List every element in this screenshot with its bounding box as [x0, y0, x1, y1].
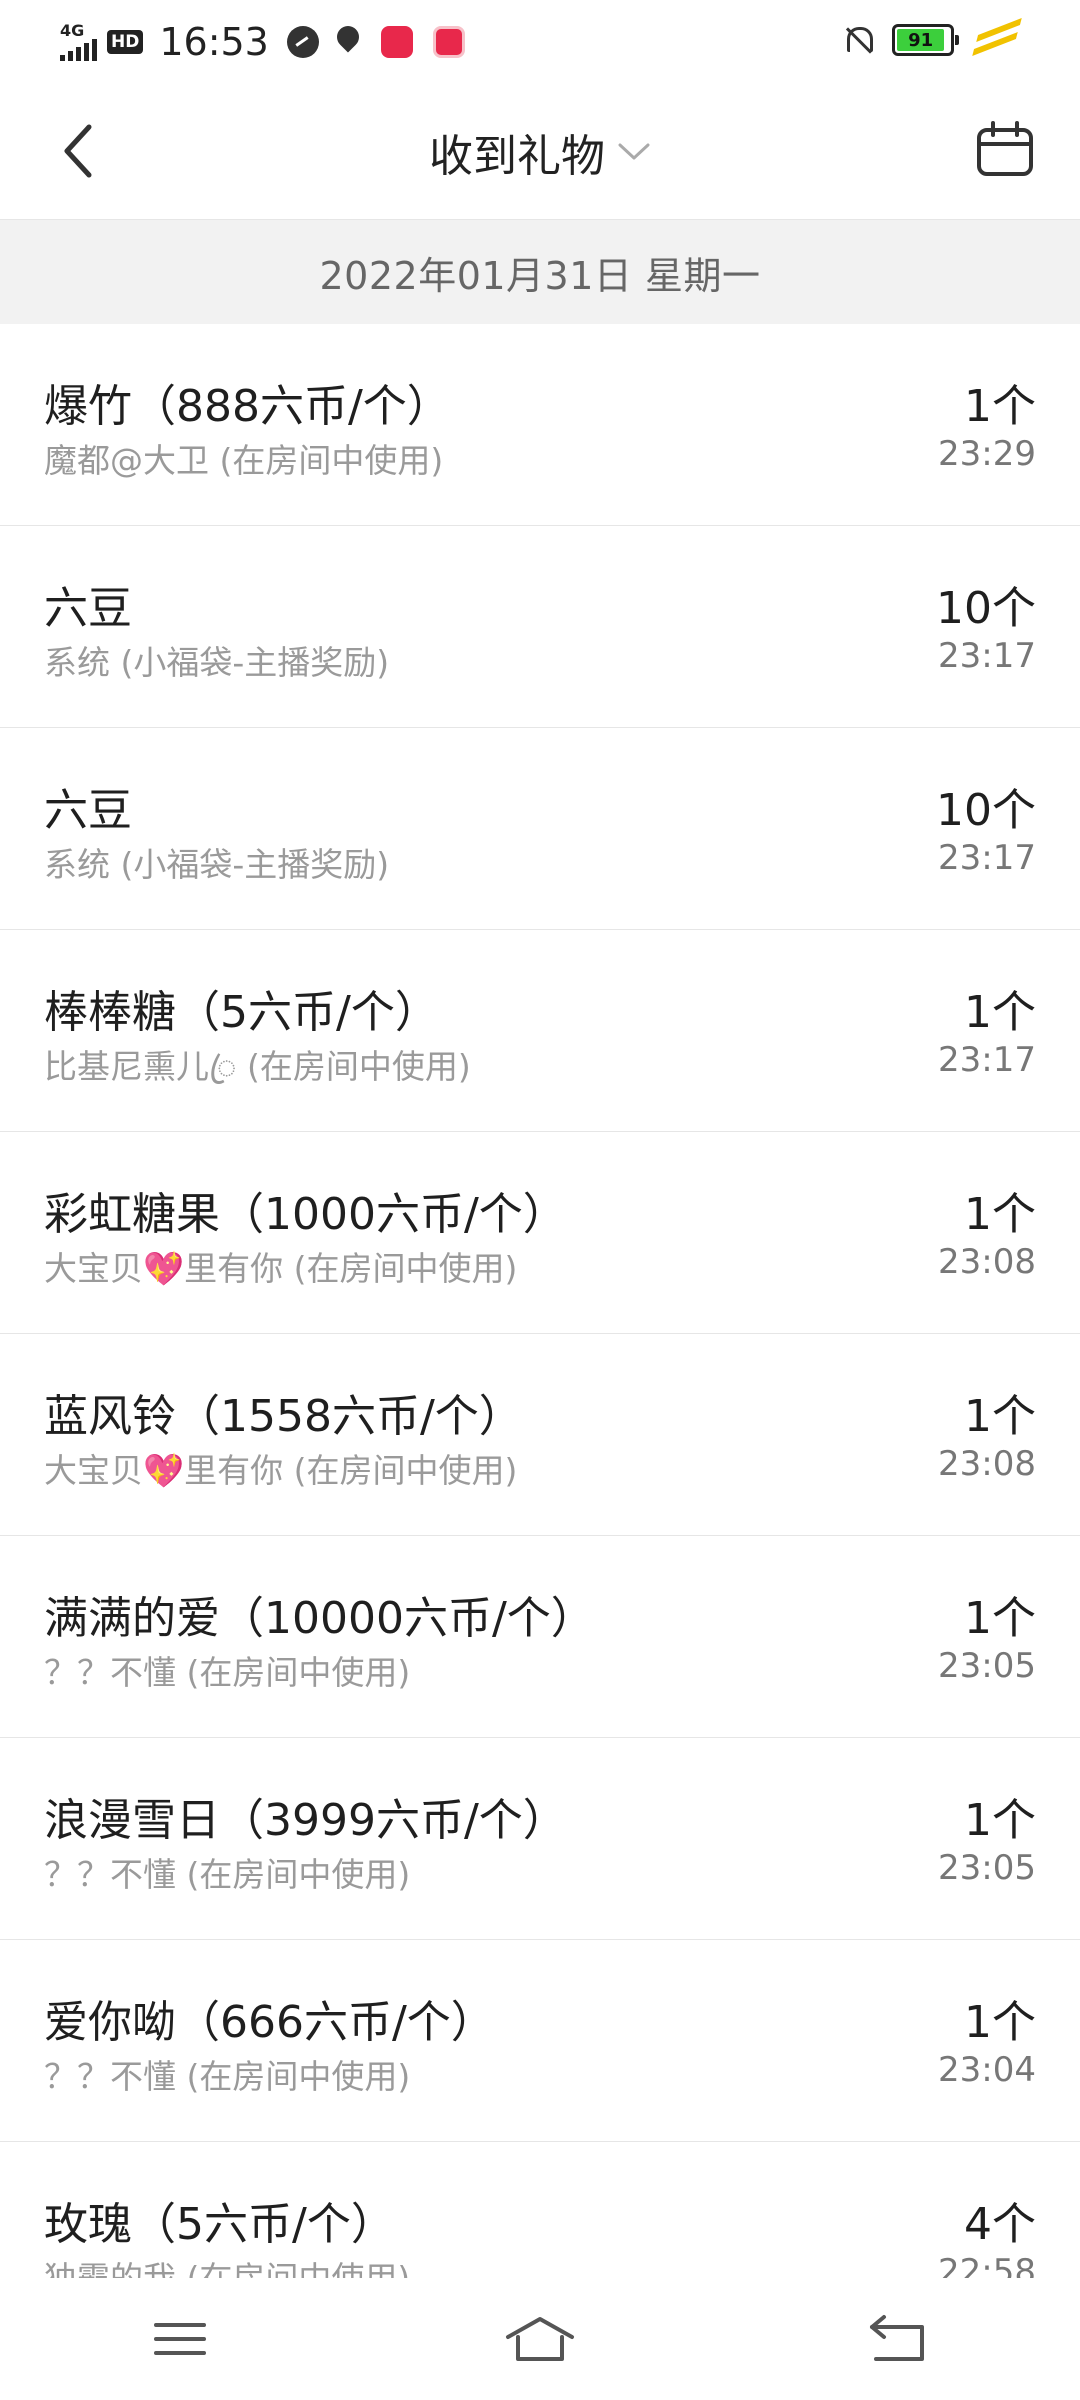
- gift-count: 1个: [964, 1997, 1036, 2048]
- gift-time: 23:17: [938, 838, 1036, 878]
- back-button[interactable]: [44, 116, 114, 186]
- gift-time: 23:05: [938, 1646, 1036, 1686]
- gift-name: 六豆: [44, 785, 132, 836]
- app-notification-icon-2: [432, 26, 465, 58]
- mute-bell-icon: [842, 23, 873, 57]
- date-section-header: 2022年01月31日 星期一: [0, 220, 1080, 324]
- app-notification-icon: [380, 26, 413, 58]
- gift-count: 1个: [964, 1795, 1036, 1846]
- title-dropdown[interactable]: 收到礼物: [429, 120, 651, 184]
- gift-sender: ？？不懂 (在房间中使用): [44, 1855, 411, 1894]
- gift-count: 1个: [964, 1189, 1036, 1240]
- gift-time: 23:29: [938, 434, 1036, 474]
- gift-name: 蓝风铃（1558六币/个）: [44, 1391, 523, 1442]
- date-label: 2022年01月31日 星期一: [319, 253, 761, 298]
- status-bar: 4G HD 16:53 91: [0, 0, 1080, 84]
- gift-name: 彩虹糖果（1000六币/个）: [44, 1189, 567, 1240]
- gift-name: 爱你呦（666六币/个）: [44, 1997, 495, 2048]
- gift-name: 玫瑰（5六币/个）: [44, 2199, 395, 2250]
- gift-count: 10个: [936, 785, 1036, 836]
- gift-count: 1个: [964, 381, 1036, 432]
- status-left: 4G HD 16:53: [60, 20, 465, 64]
- list-item[interactable]: 棒棒糖（5六币/个） 比基尼熏儿ꦿ (在房间中使用) 1个 23:17: [0, 930, 1080, 1132]
- gift-sender: ？？不懂 (在房间中使用): [44, 1653, 411, 1692]
- gift-sender: ？？不懂 (在房间中使用): [44, 2057, 411, 2096]
- list-item[interactable]: 爱你呦（666六币/个） ？？不懂 (在房间中使用) 1个 23:04: [0, 1940, 1080, 2142]
- gift-name: 浪漫雪日（3999六币/个）: [44, 1795, 567, 1846]
- list-item[interactable]: 六豆 系统 (小福袋-主播奖励) 10个 23:17: [0, 526, 1080, 728]
- battery-icon: 91: [892, 24, 959, 56]
- system-nav-bar: [0, 2278, 1080, 2400]
- gift-count: 4个: [964, 2199, 1036, 2250]
- status-time: 16:53: [159, 20, 269, 64]
- gift-name: 六豆: [44, 583, 132, 634]
- list-item[interactable]: 玫瑰（5六币/个） 独霸的我 (在房间中使用) 4个 22:58: [0, 2142, 1080, 2278]
- gift-count: 10个: [936, 583, 1036, 634]
- gift-time: 22:58: [938, 2252, 1036, 2278]
- calendar-button[interactable]: [970, 114, 1040, 184]
- back-arrow-icon: [64, 124, 92, 178]
- list-item[interactable]: 彩虹糖果（1000六币/个） 大宝贝💖里有你 (在房间中使用) 1个 23:08: [0, 1132, 1080, 1334]
- list-item[interactable]: 爆竹（888六币/个） 魔都@大卫 (在房间中使用) 1个 23:29: [0, 324, 1080, 526]
- top-app-bar: 收到礼物: [0, 84, 1080, 220]
- hd-badge: HD: [107, 30, 144, 54]
- home-button[interactable]: [480, 2294, 600, 2384]
- gift-time: 23:17: [938, 1040, 1036, 1080]
- list-item[interactable]: 浪漫雪日（3999六币/个） ？？不懂 (在房间中使用) 1个 23:05: [0, 1738, 1080, 1940]
- gift-sender: 独霸的我 (在房间中使用): [44, 2252, 410, 2278]
- chevron-down-icon: [618, 143, 650, 159]
- gift-record-list[interactable]: 爆竹（888六币/个） 魔都@大卫 (在房间中使用) 1个 23:29 六豆 系…: [0, 324, 1080, 2278]
- gift-name: 棒棒糖（5六币/个）: [44, 987, 439, 1038]
- location-icon: [335, 26, 361, 58]
- gift-time: 23:04: [938, 2050, 1036, 2090]
- return-icon: [870, 2315, 924, 2361]
- menu-icon: [154, 2323, 206, 2355]
- list-item[interactable]: 满满的爱（10000六币/个） ？？不懂 (在房间中使用) 1个 23:05: [0, 1536, 1080, 1738]
- battery-level: 91: [897, 29, 945, 51]
- gift-name: 爆竹（888六币/个）: [44, 381, 451, 432]
- list-item[interactable]: 蓝风铃（1558六币/个） 大宝贝💖里有你 (在房间中使用) 1个 23:08: [0, 1334, 1080, 1536]
- gift-count: 1个: [964, 987, 1036, 1038]
- network-type: 4G: [60, 21, 85, 40]
- gift-sender: 大宝贝💖里有你 (在房间中使用): [44, 1249, 518, 1288]
- signal-icon: [60, 39, 97, 61]
- gift-sender: 魔都@大卫 (在房间中使用): [44, 441, 444, 480]
- compass-icon: [286, 26, 319, 58]
- gift-name: 满满的爱（10000六币/个）: [44, 1593, 595, 1644]
- gift-time: 23:08: [938, 1242, 1036, 1282]
- gift-count: 1个: [964, 1391, 1036, 1442]
- gift-count: 1个: [964, 1593, 1036, 1644]
- return-button[interactable]: [840, 2294, 960, 2384]
- gift-sender: 大宝贝💖里有你 (在房间中使用): [44, 1451, 518, 1490]
- status-right: 91: [842, 22, 1020, 58]
- gift-time: 23:08: [938, 1444, 1036, 1484]
- menu-button[interactable]: [120, 2294, 240, 2384]
- gift-time: 23:17: [938, 636, 1036, 676]
- calendar-icon: [977, 121, 1033, 176]
- gift-sender: 系统 (小福袋-主播奖励): [44, 845, 390, 884]
- list-item[interactable]: 六豆 系统 (小福袋-主播奖励) 10个 23:17: [0, 728, 1080, 930]
- gift-sender: 比基尼熏儿ꦿ (在房间中使用): [44, 1047, 471, 1086]
- page-title: 收到礼物: [429, 130, 605, 182]
- charging-icon: [974, 22, 1020, 58]
- home-icon: [506, 2317, 574, 2361]
- gift-time: 23:05: [938, 1848, 1036, 1888]
- network-indicator: 4G: [60, 23, 97, 61]
- gift-sender: 系统 (小福袋-主播奖励): [44, 643, 390, 682]
